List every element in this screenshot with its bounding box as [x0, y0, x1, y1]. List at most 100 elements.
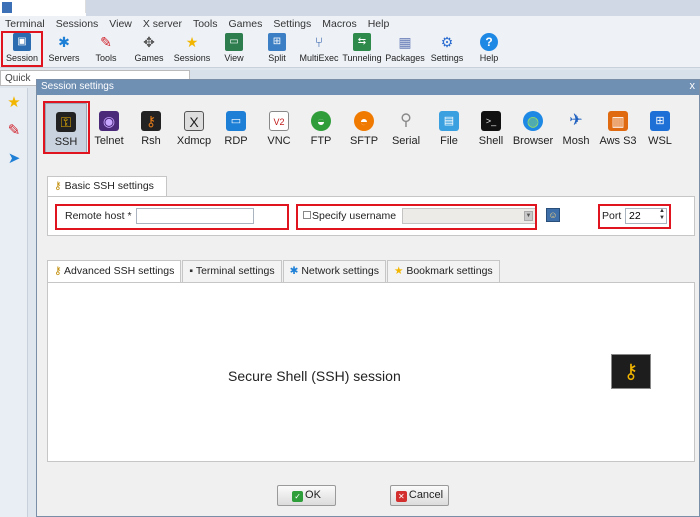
cancel-icon: ✕ [395, 491, 407, 502]
protocol-ftp[interactable]: ◒ FTP [300, 103, 342, 153]
key-icon: ⚷ [54, 180, 62, 192]
wsl-icon: ⊞ [650, 111, 670, 131]
tab-advanced-ssh-settings[interactable]: ⚷ Advanced SSH settings [47, 260, 182, 282]
protocol-aws-s3[interactable]: ▥ Aws S3 [597, 103, 639, 153]
split-icon: ⊞ [268, 33, 286, 51]
basic-ssh-settings-panel: Remote host * Specify username ▼ ☺ Port … [47, 196, 695, 236]
protocol-serial[interactable]: ⚲ Serial [385, 103, 427, 153]
tools-icon[interactable]: ✎ [5, 122, 23, 140]
app-logo-icon [2, 2, 12, 13]
protocol-rsh[interactable]: ⚷ Rsh [130, 103, 172, 153]
terminal-icon: ▪ [189, 265, 194, 277]
packages-button[interactable]: ▦ Packages [385, 32, 425, 67]
protocol-telnet[interactable]: ◉ Telnet [88, 103, 130, 153]
help-button[interactable]: ? Help [469, 32, 509, 67]
network-icon: ✱ [289, 265, 299, 277]
menu-terminal[interactable]: Terminal [0, 18, 51, 30]
menu-macros[interactable]: Macros [317, 18, 362, 30]
menu-tools[interactable]: Tools [188, 18, 224, 30]
title-text-area [12, 0, 86, 13]
dialog-title: Session settings [41, 81, 114, 92]
tools-icon: ✎ [100, 34, 112, 50]
session-button[interactable]: ▣ Session [2, 32, 42, 67]
gear-icon: ⚙ [440, 34, 454, 50]
view-button[interactable]: ▭ View [214, 32, 254, 67]
servers-button[interactable]: ✱ Servers [44, 32, 84, 67]
servers-icon: ✱ [58, 34, 70, 50]
protocol-ssh[interactable]: ⚿ SSH [45, 103, 87, 153]
menu-bar: Terminal Sessions View X server Tools Ga… [0, 16, 700, 31]
file-icon: ▤ [439, 111, 459, 131]
serial-icon: ⚲ [400, 112, 412, 129]
menu-help[interactable]: Help [363, 18, 396, 30]
menu-x-server[interactable]: X server [138, 18, 188, 30]
tunneling-button[interactable]: ⇆ Tunneling [342, 32, 382, 67]
menu-sessions[interactable]: Sessions [51, 18, 105, 30]
protocol-wsl[interactable]: ⊞ WSL [639, 103, 681, 153]
sessions-button[interactable]: ★ Sessions [172, 32, 212, 67]
sftp-icon: ◓ [354, 111, 374, 131]
protocol-file[interactable]: ▤ File [428, 103, 470, 153]
mosh-icon: ✈ [569, 112, 583, 129]
telnet-icon: ◉ [99, 111, 119, 131]
ftp-icon: ◒ [311, 111, 331, 131]
main-toolbar: ▣ Session ✱ Servers ✎ Tools ✥ Games ★ Se… [0, 31, 700, 68]
settings-button[interactable]: ⚙ Settings [427, 32, 467, 67]
app-title-bar [0, 0, 700, 16]
protocol-rdp[interactable]: ▭ RDP [215, 103, 257, 153]
star-icon: ★ [185, 34, 199, 50]
advanced-settings-panel: Secure Shell (SSH) session ⚷ [47, 282, 695, 462]
vnc-icon: V2 [269, 111, 289, 131]
menu-games[interactable]: Games [223, 18, 268, 30]
tab-network-settings[interactable]: ✱ Network settings [282, 260, 386, 282]
close-icon[interactable]: x [690, 80, 696, 92]
star-icon[interactable]: ★ [5, 94, 23, 112]
port-spinner[interactable]: ▲▼ [625, 208, 667, 224]
port-label: Port [602, 210, 622, 222]
protocol-browser[interactable]: ◍ Browser [512, 103, 554, 153]
remote-host-label: Remote host * [65, 210, 132, 222]
session-monitor-icon: ▣ [13, 33, 31, 51]
aws-s3-icon: ▥ [608, 111, 628, 131]
ok-button[interactable]: ✓ OK [277, 485, 336, 506]
username-combo[interactable]: ▼ [402, 208, 536, 224]
browser-icon: ◍ [523, 111, 543, 131]
left-side-panel: ★ ✎ ➤ [0, 88, 28, 517]
tools-button[interactable]: ✎ Tools [86, 32, 126, 67]
games-icon: ✥ [143, 34, 155, 50]
protocol-sftp[interactable]: ◓ SFTP [343, 103, 385, 153]
multiexec-button[interactable]: ⑂ MultiExec [299, 32, 339, 67]
protocol-shell[interactable]: >_ Shell [470, 103, 512, 153]
protocol-mosh[interactable]: ✈ Mosh [555, 103, 597, 153]
user-icon[interactable]: ☺ [546, 208, 560, 222]
remote-host-input[interactable] [136, 208, 254, 224]
games-button[interactable]: ✥ Games [129, 32, 169, 67]
session-settings-dialog: Session settings x ⚿ SSH ◉ Telnet ⚷ Rsh … [36, 79, 700, 517]
menu-settings[interactable]: Settings [268, 18, 317, 30]
star-icon: ★ [393, 265, 404, 277]
xdmcp-icon: X [184, 111, 204, 131]
spinner-arrows-icon[interactable]: ▲ ▼ [659, 208, 665, 222]
tab-terminal-settings[interactable]: ▪ Terminal settings [182, 260, 282, 282]
advanced-tab-strip: ⚷ Advanced SSH settings ▪ Terminal setti… [47, 260, 501, 282]
menu-view[interactable]: View [104, 18, 138, 30]
protocol-xdmcp[interactable]: X Xdmcp [173, 103, 215, 153]
key-icon: ⚷ [54, 265, 62, 277]
rsh-icon: ⚷ [141, 111, 161, 131]
tab-basic-ssh-settings[interactable]: ⚷ Basic SSH settings [47, 176, 167, 196]
send-icon[interactable]: ➤ [5, 150, 23, 168]
tab-bookmark-settings[interactable]: ★ Bookmark settings [386, 260, 500, 282]
tunneling-icon: ⇆ [353, 33, 371, 51]
check-icon: ✓ [292, 491, 304, 502]
specify-username-label: Specify username [312, 210, 397, 222]
view-icon: ▭ [225, 33, 243, 51]
specify-username-checkbox[interactable] [303, 211, 311, 219]
dialog-title-bar: Session settings x [37, 80, 699, 95]
session-type-caption: Secure Shell (SSH) session [228, 368, 401, 384]
cancel-button[interactable]: ✕ Cancel [390, 485, 449, 506]
multiexec-icon: ⑂ [314, 34, 324, 50]
packages-icon: ▦ [398, 34, 412, 50]
split-button[interactable]: ⊞ Split [257, 32, 297, 67]
protocol-vnc[interactable]: V2 VNC [258, 103, 300, 153]
key-icon: ⚷ [611, 354, 651, 389]
